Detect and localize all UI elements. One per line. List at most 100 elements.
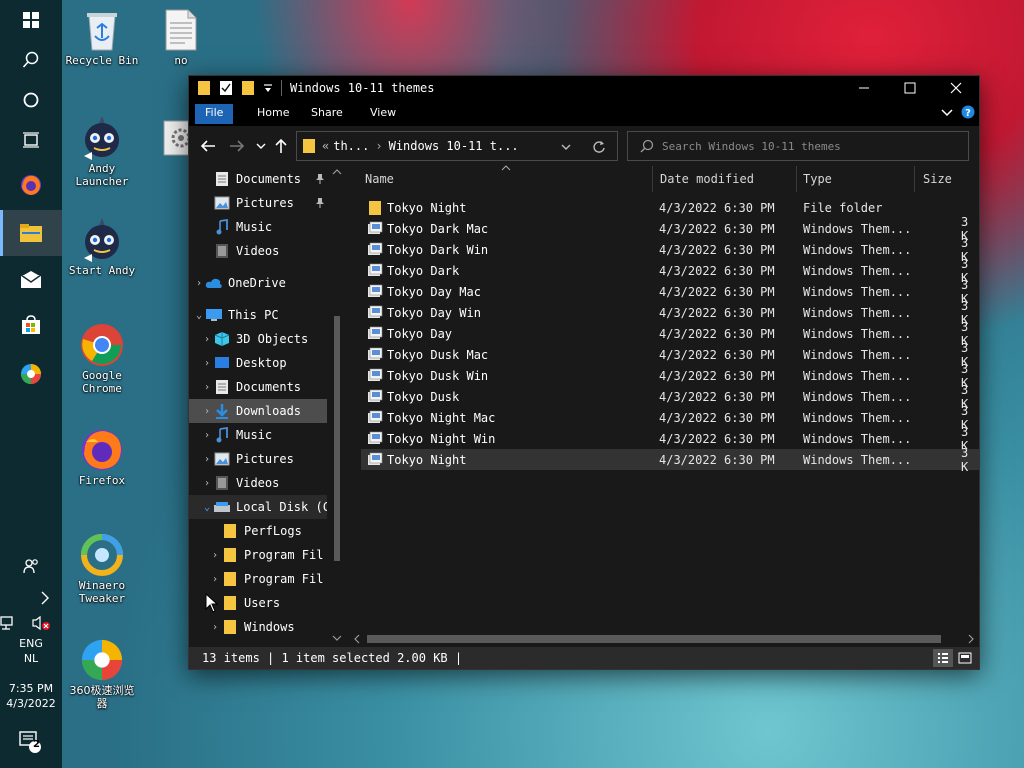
taskbar-file-explorer[interactable]: [0, 210, 62, 256]
task-view-button[interactable]: [0, 120, 62, 160]
breadcrumb-current[interactable]: Windows 10-11 t...: [389, 139, 519, 153]
file-row[interactable]: Tokyo Dark Win 4/3/2022 6:30 PM Windows Th…: [361, 236, 979, 264]
horizontal-scrollbar[interactable]: [349, 632, 979, 646]
action-center-button[interactable]: 2: [0, 722, 62, 762]
minimize-button[interactable]: [841, 76, 887, 100]
address-bar[interactable]: « th... › Windows 10-11 t...: [296, 131, 618, 161]
file-explorer-window[interactable]: Windows 10-11 themes File Home Share Vie…: [188, 75, 980, 670]
nav-item-documents[interactable]: › Documents: [189, 375, 327, 399]
column-size[interactable]: Size: [915, 166, 985, 192]
desktop-icon-google-chrome[interactable]: Google Chrome: [65, 323, 139, 395]
chevron-right-icon[interactable]: ›: [209, 550, 221, 561]
desktop-icon-360-browser[interactable]: 360极速浏览器: [65, 638, 139, 710]
nav-item-downloads[interactable]: › Downloads: [189, 399, 327, 423]
cortana-button[interactable]: [0, 80, 62, 120]
forward-button[interactable]: [227, 136, 247, 156]
new-folder-icon[interactable]: [241, 80, 255, 96]
file-row[interactable]: Tokyo Day 4/3/2022 6:30 PM Windows Them...…: [361, 320, 979, 348]
file-row[interactable]: Tokyo Night Mac 4/3/2022 6:30 PM Windows T…: [361, 404, 979, 432]
input-language[interactable]: ENG NL: [0, 636, 62, 666]
tab-share[interactable]: Share: [301, 104, 353, 124]
chevron-right-icon[interactable]: ›: [201, 454, 213, 465]
chevron-right-icon[interactable]: ›: [201, 478, 213, 489]
desktop-icon-winaero-tweaker[interactable]: Winaero Tweaker: [65, 533, 139, 605]
back-button[interactable]: [198, 136, 218, 156]
file-row[interactable]: Tokyo Dark Mac 4/3/2022 6:30 PM Windows Th…: [361, 215, 979, 243]
file-row[interactable]: Tokyo Night 4/3/2022 6:30 PM File folder: [361, 197, 979, 218]
desktop-icon-text-file[interactable]: no: [144, 8, 218, 67]
help-button[interactable]: ?: [961, 105, 975, 122]
maximize-button[interactable]: [887, 76, 933, 100]
chevron-right-icon[interactable]: ›: [201, 382, 213, 393]
chevron-down-icon[interactable]: ⌄: [201, 502, 213, 513]
start-button[interactable]: [0, 0, 62, 40]
expand-ribbon-button[interactable]: [941, 106, 953, 121]
nav-item-music[interactable]: › Music: [189, 423, 327, 447]
taskbar-360-browser[interactable]: [0, 354, 62, 394]
up-button[interactable]: [271, 136, 291, 156]
scroll-left-icon[interactable]: [353, 634, 361, 644]
customize-toolbar-icon[interactable]: [263, 82, 273, 94]
nav-item-perflogs[interactable]: PerfLogs: [189, 519, 327, 543]
chevron-right-icon[interactable]: ›: [201, 358, 213, 369]
chevron-right-icon[interactable]: ›: [209, 574, 221, 585]
nav-item-program-files-x86[interactable]: › Program Fil: [189, 567, 327, 591]
details-view-button[interactable]: [933, 649, 953, 667]
title-bar[interactable]: Windows 10-11 themes: [189, 76, 979, 100]
properties-icon[interactable]: [219, 80, 233, 96]
nav-item-videos-quick[interactable]: Videos: [189, 239, 327, 263]
tab-home[interactable]: Home: [247, 104, 299, 124]
column-name[interactable]: Name: [357, 166, 653, 192]
search-box[interactable]: Search Windows 10-11 themes: [627, 131, 969, 161]
file-row[interactable]: Tokyo Dusk 4/3/2022 6:30 PM Windows Them..…: [361, 383, 979, 411]
desktop-icon-andy-launcher[interactable]: Andy Launcher: [65, 116, 139, 188]
scroll-up-icon[interactable]: [332, 168, 342, 176]
chevron-right-icon[interactable]: ›: [209, 622, 221, 633]
chevron-down-icon[interactable]: [561, 143, 571, 151]
horizontal-scrollbar-thumb[interactable]: [367, 635, 941, 643]
nav-item-desktop[interactable]: › Desktop: [189, 351, 327, 375]
column-type[interactable]: Type: [795, 166, 915, 192]
file-row[interactable]: Tokyo Dusk Mac 4/3/2022 6:30 PM Windows Th…: [361, 341, 979, 369]
desktop-icon-firefox[interactable]: Firefox: [65, 428, 139, 487]
nav-scrollbar[interactable]: [329, 166, 345, 646]
file-row[interactable]: Tokyo Dark 4/3/2022 6:30 PM Windows Them..…: [361, 257, 979, 285]
chevron-right-icon[interactable]: ›: [201, 430, 213, 441]
nav-item-windows[interactable]: › Windows: [189, 615, 327, 639]
nav-item-music-quick[interactable]: Music: [189, 215, 327, 239]
nav-item-pictures-pinned[interactable]: Pictures: [189, 191, 327, 215]
nav-item-documents-pinned[interactable]: Documents: [189, 167, 327, 191]
scroll-right-icon[interactable]: [967, 634, 975, 644]
chevron-right-icon[interactable]: ›: [193, 278, 205, 289]
nav-item-local-disk[interactable]: ⌄ Local Disk (C: [189, 495, 327, 519]
breadcrumb-overflow[interactable]: «: [322, 139, 329, 153]
chevron-down-icon[interactable]: ⌄: [193, 310, 205, 321]
taskbar-store[interactable]: [0, 305, 62, 345]
search-button[interactable]: [0, 40, 62, 80]
nav-scrollbar-thumb[interactable]: [334, 316, 340, 561]
recent-locations-button[interactable]: [251, 136, 271, 156]
file-row[interactable]: Tokyo Night 4/3/2022 6:30 PM Windows Them.…: [361, 446, 979, 474]
file-row[interactable]: Tokyo Night Win 4/3/2022 6:30 PM Windows T…: [361, 425, 979, 453]
nav-item-3d-objects[interactable]: › 3D Objects: [189, 327, 327, 351]
file-row[interactable]: Tokyo Dusk Win 4/3/2022 6:30 PM Windows Th…: [361, 362, 979, 390]
nav-item-onedrive[interactable]: › OneDrive: [189, 271, 327, 295]
tab-file[interactable]: File: [195, 104, 234, 124]
nav-item-pictures[interactable]: › Pictures: [189, 447, 327, 471]
scroll-down-icon[interactable]: [332, 634, 342, 642]
nav-item-this-pc[interactable]: ⌄ This PC: [189, 303, 327, 327]
desktop-icon-start-andy[interactable]: Start Andy: [65, 218, 139, 277]
column-date-modified[interactable]: Date modified: [652, 166, 797, 192]
file-row[interactable]: Tokyo Day Mac 4/3/2022 6:30 PM Windows The…: [361, 278, 979, 306]
nav-item-program-files[interactable]: › Program Fil: [189, 543, 327, 567]
clock[interactable]: 7:35 PM 4/3/2022: [0, 681, 62, 711]
close-button[interactable]: [933, 76, 979, 100]
file-row[interactable]: Tokyo Day Win 4/3/2022 6:30 PM Windows The…: [361, 299, 979, 327]
refresh-icon[interactable]: [592, 140, 606, 154]
chevron-right-icon[interactable]: ›: [201, 334, 213, 345]
chevron-right-icon[interactable]: ›: [201, 406, 213, 417]
taskbar-mail[interactable]: [0, 260, 62, 300]
tab-view[interactable]: View: [360, 104, 406, 124]
desktop-icon-recycle-bin[interactable]: Recycle Bin: [65, 8, 139, 67]
large-icons-view-button[interactable]: [955, 649, 975, 667]
